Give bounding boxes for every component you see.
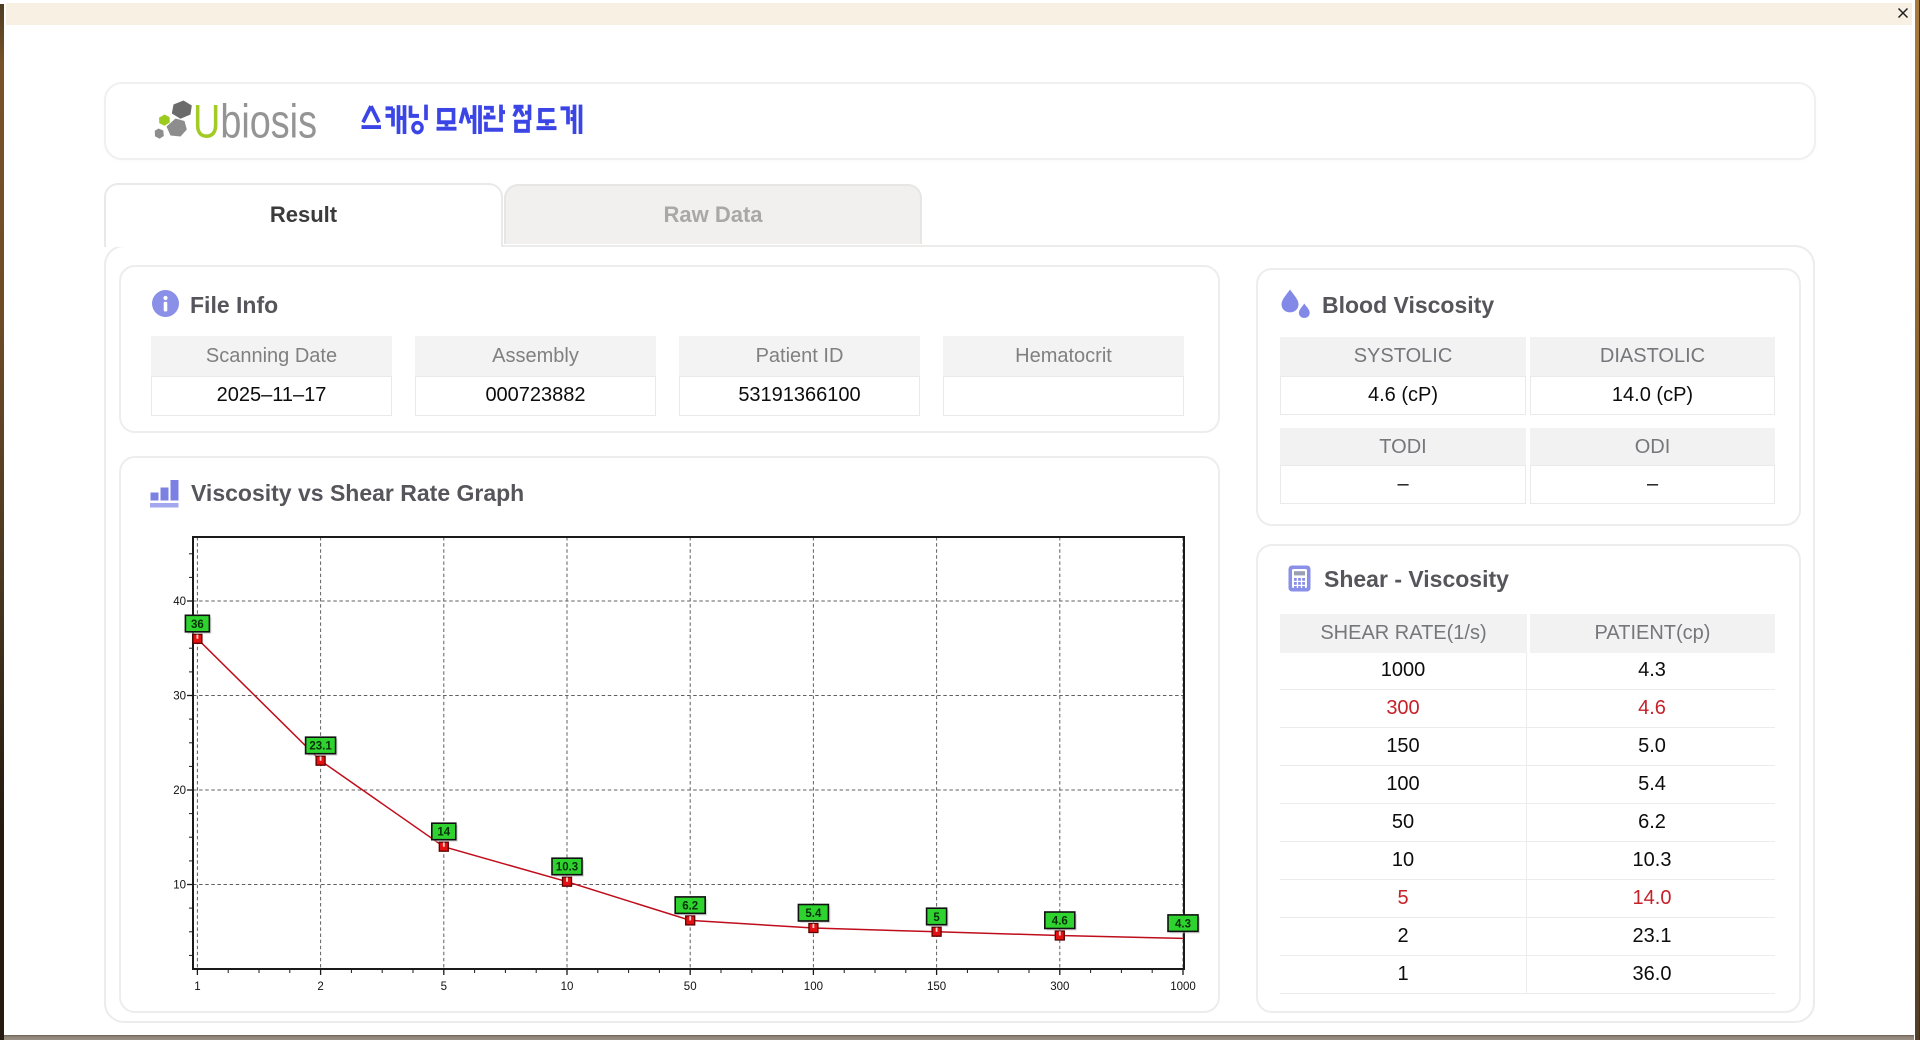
svg-text:40: 40 — [173, 596, 186, 608]
svg-text:20: 20 — [173, 785, 186, 797]
svg-text:10: 10 — [561, 981, 574, 993]
svg-text:2: 2 — [317, 981, 323, 993]
svg-text:5: 5 — [441, 981, 447, 993]
svg-text:4.3: 4.3 — [1175, 918, 1191, 930]
svg-text:10: 10 — [173, 880, 186, 892]
svg-text:6.2: 6.2 — [682, 900, 698, 912]
svg-text:5.4: 5.4 — [805, 908, 822, 920]
svg-text:1000: 1000 — [1170, 981, 1196, 993]
svg-text:300: 300 — [1050, 981, 1069, 993]
svg-text:4.6: 4.6 — [1052, 916, 1068, 928]
svg-text:150: 150 — [927, 981, 946, 993]
svg-text:5: 5 — [933, 912, 940, 924]
svg-text:14: 14 — [437, 827, 450, 839]
svg-text:10.3: 10.3 — [556, 862, 578, 874]
svg-text:Ubiosis: Ubiosis — [193, 95, 317, 148]
svg-text:36: 36 — [191, 619, 204, 631]
svg-text:1: 1 — [194, 981, 200, 993]
svg-text:50: 50 — [684, 981, 697, 993]
svg-text:30: 30 — [173, 691, 186, 703]
svg-text:100: 100 — [804, 981, 823, 993]
svg-text:23.1: 23.1 — [309, 741, 332, 753]
